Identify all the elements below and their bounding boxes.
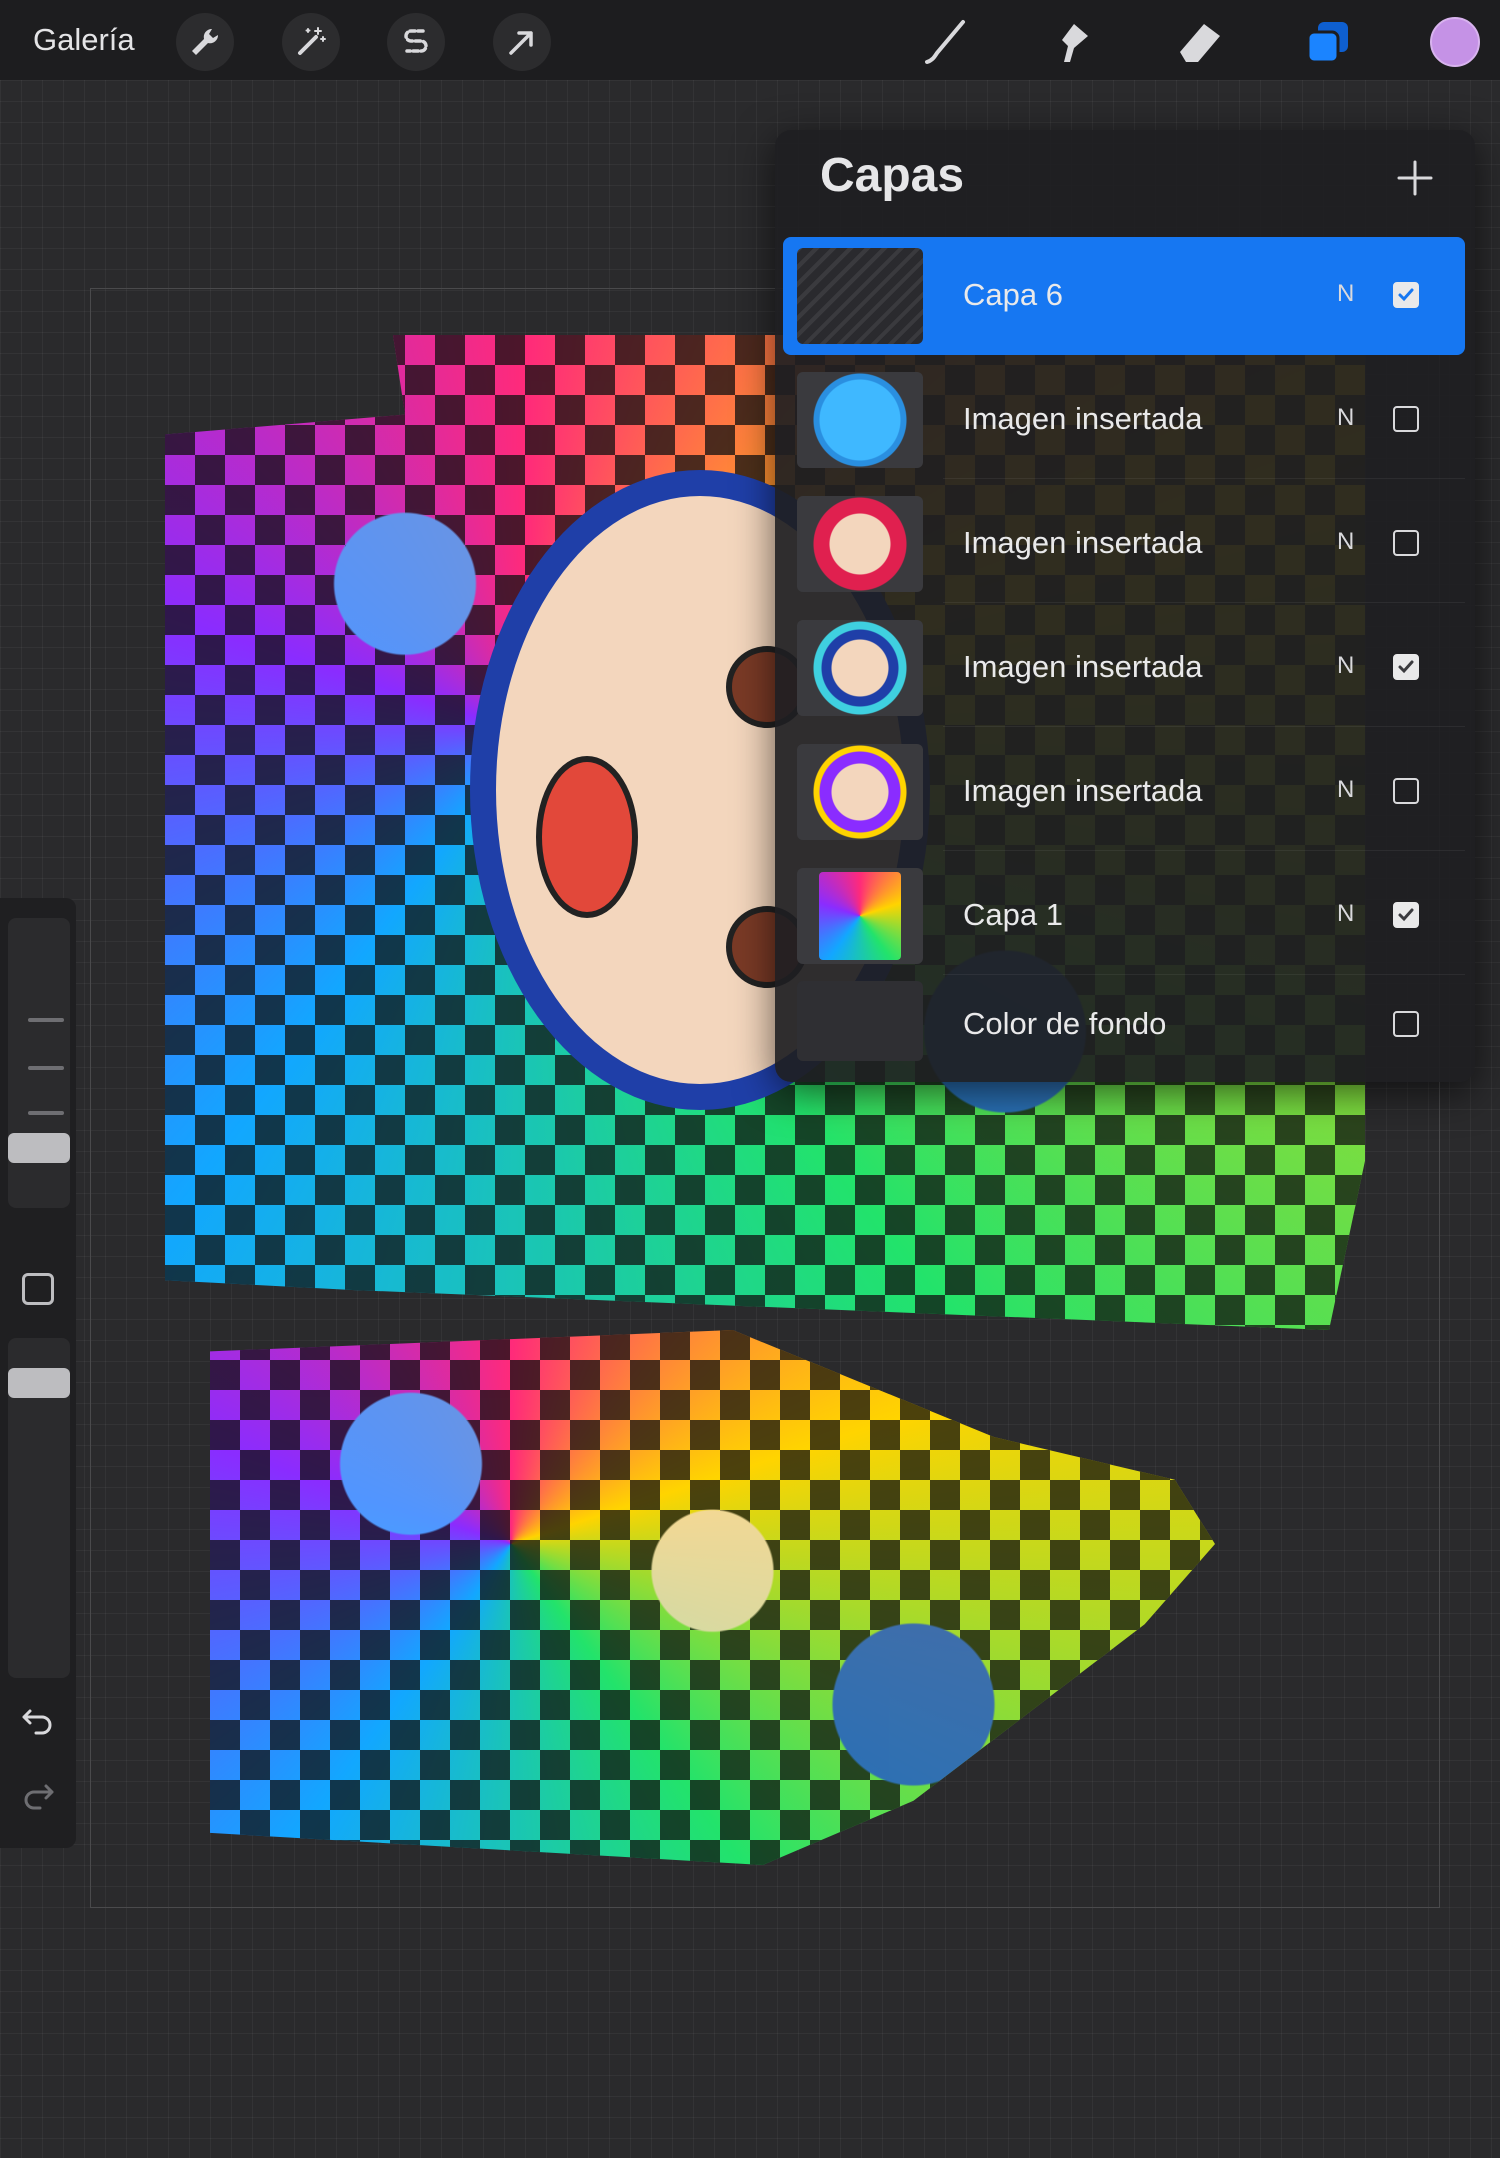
arrow-transform-icon[interactable]	[493, 13, 551, 71]
selection-s-icon[interactable]	[387, 13, 445, 71]
layer-thumbnail	[797, 981, 923, 1061]
visibility-checkbox[interactable]	[1393, 902, 1419, 928]
side-toolbar	[0, 898, 76, 1848]
layer-separator	[943, 726, 1465, 727]
slider-tick	[28, 1018, 64, 1022]
opacity-thumb[interactable]	[8, 1368, 70, 1398]
opacity-slider[interactable]	[8, 1338, 70, 1678]
visibility-checkbox[interactable]	[1393, 530, 1419, 556]
color-picker-button[interactable]	[1430, 17, 1480, 67]
slider-tick	[28, 1111, 64, 1115]
layer-separator	[943, 974, 1465, 975]
blend-mode-button[interactable]: N	[1337, 280, 1354, 308]
brush-icon[interactable]	[915, 12, 975, 72]
layer-name: Imagen insertada	[963, 401, 1203, 436]
brush-size-slider[interactable]	[8, 918, 70, 1208]
layer-separator	[943, 478, 1465, 479]
slider-tick	[28, 1066, 64, 1070]
magic-wand-icon[interactable]	[282, 13, 340, 71]
layer-separator	[943, 602, 1465, 603]
plus-icon[interactable]	[1385, 148, 1445, 208]
face-mouth	[536, 756, 638, 918]
undo-icon[interactable]	[20, 1703, 56, 1744]
layer-thumbnail	[797, 868, 923, 964]
brush-size-thumb[interactable]	[8, 1133, 70, 1163]
visibility-checkbox[interactable]	[1393, 282, 1419, 308]
top-toolbar: Galería	[0, 0, 1500, 80]
layer-name: Imagen insertada	[963, 773, 1203, 808]
layer-name: Color de fondo	[963, 1006, 1167, 1041]
blend-mode-button[interactable]: N	[1337, 652, 1354, 680]
layer-thumbnail	[797, 620, 923, 716]
modify-button[interactable]	[22, 1273, 54, 1305]
blend-mode-button[interactable]: N	[1337, 528, 1354, 556]
eraser-icon[interactable]	[1170, 12, 1230, 72]
layer-name: Capa 1	[963, 897, 1063, 932]
layer-thumbnail	[797, 248, 923, 344]
layer-row[interactable]: Color de fondo	[783, 981, 1465, 1077]
layer-row[interactable]: Capa 6 N	[783, 237, 1465, 355]
layer-row[interactable]: Imagen insertada N	[783, 485, 1465, 603]
layer-row[interactable]: Capa 1 N	[783, 857, 1465, 975]
visibility-checkbox[interactable]	[1393, 654, 1419, 680]
layer-name: Imagen insertada	[963, 649, 1203, 684]
redo-icon[interactable]	[20, 1778, 56, 1819]
layers-panel: Capas Capa 6 N Imagen insertada N Imagen…	[775, 130, 1475, 1082]
smudge-icon[interactable]	[1042, 12, 1102, 72]
layer-thumbnail	[797, 744, 923, 840]
blend-mode-button[interactable]: N	[1337, 776, 1354, 804]
visibility-checkbox[interactable]	[1393, 1011, 1419, 1037]
blend-mode-button[interactable]: N	[1337, 404, 1354, 432]
visibility-checkbox[interactable]	[1393, 778, 1419, 804]
layer-row[interactable]: Imagen insertada N	[783, 733, 1465, 851]
layer-name: Capa 6	[963, 277, 1063, 312]
blend-mode-button[interactable]: N	[1337, 900, 1354, 928]
wrench-icon[interactable]	[176, 13, 234, 71]
layer-thumbnail	[797, 372, 923, 468]
layer-separator	[943, 850, 1465, 851]
layers-icon[interactable]	[1298, 12, 1358, 72]
layer-row[interactable]: Imagen insertada N	[783, 609, 1465, 727]
visibility-checkbox[interactable]	[1393, 406, 1419, 432]
layer-name: Imagen insertada	[963, 525, 1203, 560]
panel-title: Capas	[820, 149, 965, 202]
layer-thumbnail	[797, 496, 923, 592]
gallery-button[interactable]: Galería	[33, 22, 135, 58]
layer-row[interactable]: Imagen insertada N	[783, 361, 1465, 479]
